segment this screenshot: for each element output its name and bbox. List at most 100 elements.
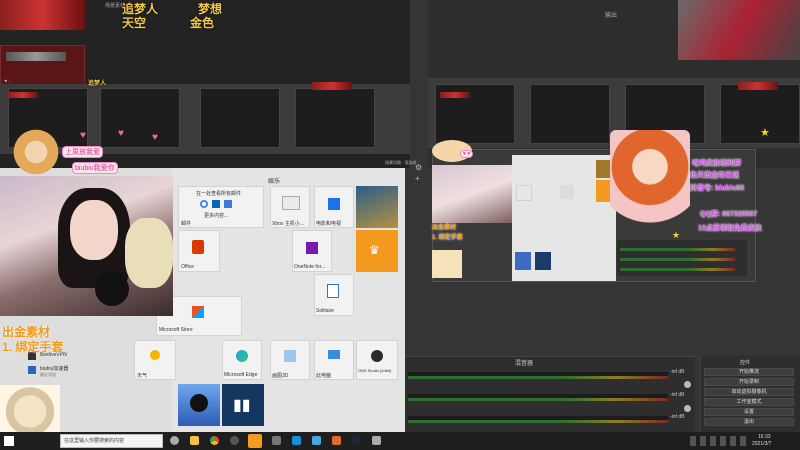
microphone-icon [95, 272, 129, 306]
studio-mode-button[interactable]: 工作室模式 [704, 398, 794, 406]
obs-label: OBS Studio (64bit) [358, 368, 392, 373]
right-line-2: 鱼天蛋盒每日送 [690, 172, 739, 179]
biubiu-label[interactable]: biubiu加速器 [40, 365, 68, 372]
webcam-face [70, 200, 118, 260]
mixer-db-1: -inf dB [670, 369, 685, 375]
scene-thumb-r2[interactable] [530, 84, 610, 144]
scene-thumb-3[interactable] [200, 88, 280, 148]
scene-gun-2 [312, 82, 352, 90]
chrome-icon[interactable] [210, 436, 219, 445]
preview-meter-1 [620, 248, 735, 251]
star-icon-2: ★ [672, 230, 681, 240]
this-pc-label: 此电脑 [316, 373, 332, 379]
movies-icon [328, 198, 340, 210]
preview-cat-bottom [432, 250, 462, 278]
app-icon-5[interactable] [372, 436, 381, 445]
explorer-icon[interactable] [190, 436, 199, 445]
app-icon-1[interactable] [272, 436, 281, 445]
start-record-button[interactable]: 开始录制 [704, 378, 794, 386]
webcam-plush [125, 218, 173, 288]
steam-icon[interactable] [352, 436, 361, 445]
mixer-title: 混音器 [515, 361, 534, 367]
mail-provider-icon-2 [224, 200, 232, 208]
preview-meter-3 [620, 268, 735, 271]
app-icon-3[interactable] [312, 436, 321, 445]
scene-gun-1 [8, 92, 38, 98]
onenote-label: OneNote for... [294, 264, 326, 270]
xbox-icon [282, 196, 300, 210]
paint3d-icon [284, 350, 296, 362]
preview-tile-xbox [560, 185, 574, 199]
virtual-camera-button[interactable]: 启动虚拟摄像机 [704, 388, 794, 396]
computer-icon [328, 350, 340, 359]
app-icon-4[interactable] [332, 436, 341, 445]
preview-meter-2 [620, 258, 735, 261]
controls-title: 控件 [740, 360, 751, 366]
system-tray [690, 436, 750, 446]
heart-icon: ♥ [80, 130, 86, 141]
mixer-gear-icon-2[interactable] [684, 405, 691, 412]
app-icon-2[interactable] [292, 436, 301, 445]
active-app-icon[interactable] [248, 434, 262, 448]
task-view-icon[interactable] [170, 436, 179, 445]
solitaire-label: Solitaire [316, 308, 335, 314]
office-icon [192, 240, 204, 254]
add-icon[interactable]: + [415, 174, 420, 183]
clock-time[interactable]: 16:33 [758, 434, 771, 440]
knife-thumbnail-right [678, 0, 800, 60]
right-line-1: 吃鸡皮肤福利群 [692, 160, 741, 167]
google-icon [200, 200, 208, 208]
scene-thumb-2[interactable] [100, 88, 180, 148]
status-small: 场景切换 · 渲染帧 [385, 160, 417, 165]
sky-text: 天空 [122, 16, 147, 30]
preview-thanks-tag: ♥ ♥ [460, 150, 474, 158]
anime-girl-right [610, 130, 690, 235]
meter-3 [408, 420, 668, 423]
mickey-icon [190, 394, 208, 412]
mail-provider-icon [212, 200, 220, 208]
taskbar-search-input[interactable]: 在这里输入你要搜索的内容 [60, 434, 163, 448]
scene-gun-r2 [738, 82, 778, 90]
start-menu-group-title: 娱乐 [268, 179, 281, 185]
start-stream-button[interactable]: 开始推流 [704, 368, 794, 376]
movies-label: 电影和电视 [316, 221, 342, 227]
love-tag: biubiu我爱你 [72, 162, 118, 174]
right-line-3: 抖音号: biubiu88 [690, 185, 745, 192]
heart-icon-2: ♥ [118, 128, 124, 139]
scene-gun-r1 [440, 92, 470, 98]
pistol-image [6, 52, 66, 61]
paint3d-label: 画图3D [272, 373, 289, 379]
chase-dream-small: 追梦人 [88, 80, 107, 87]
obs-taskbar-icon[interactable] [230, 436, 239, 445]
game-tile[interactable] [356, 186, 398, 228]
biubiu-sub: 最近添加 [40, 372, 56, 377]
scene-thumb-4[interactable] [295, 88, 375, 148]
office-label: Office [181, 264, 194, 270]
meter-2 [408, 398, 668, 401]
preview-yellow-1: 出金素材 [432, 225, 457, 231]
store-label: Microsoft Store [159, 327, 193, 333]
yellow-bottom-2: 1. 绑定手套 [2, 340, 64, 354]
golden-text: 金色 [190, 16, 215, 30]
settings-button[interactable]: 设置 [704, 408, 794, 416]
xbox-label: Xbox 主机小... [272, 221, 304, 227]
preview-webcam [432, 165, 512, 223]
top-right-label: 输出 [605, 13, 618, 19]
clock-date[interactable]: 2021/3/7 [752, 441, 771, 447]
pistol-card [0, 45, 85, 85]
mixer-gear-icon-1[interactable] [684, 381, 691, 388]
right-line-4: QQ群: 667325567 [700, 211, 758, 218]
heart-icon-3: ♥ [152, 132, 158, 143]
anime-cat-girl-left [8, 128, 64, 176]
exit-button[interactable]: 退出 [704, 418, 794, 426]
mixer-db-2: -inf dB [670, 392, 685, 398]
edge-label: Microsoft Edge [224, 372, 258, 378]
weather-icon [150, 350, 160, 360]
preview-tile-mickey [515, 252, 531, 270]
mail-tile-line1: 在一处查看所有邮件 [196, 191, 242, 197]
solitaire-icon [327, 284, 339, 298]
preview-tile-office [516, 185, 532, 201]
windows-start-icon[interactable] [4, 436, 14, 446]
star-icon: ★ [760, 127, 770, 139]
pistol-card-text: ★ ... [4, 78, 13, 83]
